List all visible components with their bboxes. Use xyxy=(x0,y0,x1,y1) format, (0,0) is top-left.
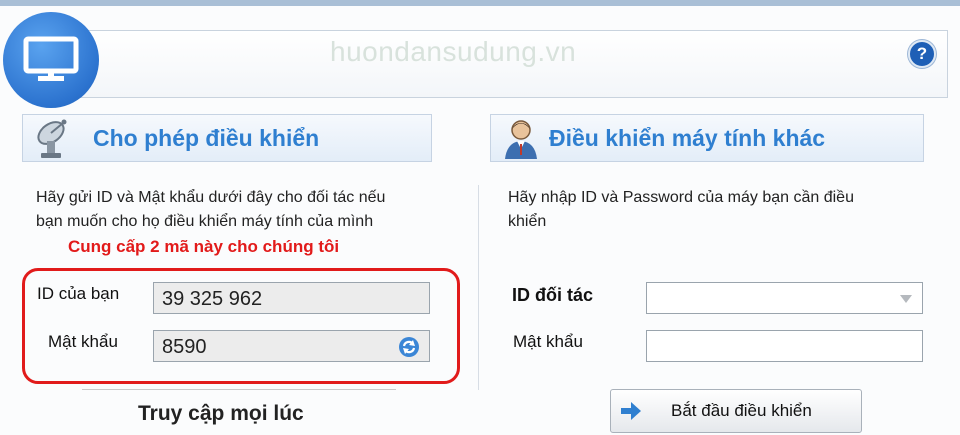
help-icon[interactable]: ? xyxy=(908,40,936,68)
your-id-field[interactable]: 39 325 962 xyxy=(153,282,430,314)
control-remote-header: Điều khiển máy tính khác xyxy=(490,114,924,162)
allow-control-title: Cho phép điều khiển xyxy=(93,125,320,151)
partner-id-combobox[interactable] xyxy=(646,282,923,314)
your-password-value: 8590 xyxy=(162,336,207,358)
your-password-field[interactable]: 8590 xyxy=(153,330,430,362)
control-remote-title: Điều khiển máy tính khác xyxy=(549,125,826,151)
panel-divider xyxy=(478,185,479,390)
control-remote-description-line1: Hãy nhập ID và Password của máy bạn cần … xyxy=(508,189,854,206)
chevron-down-icon[interactable] xyxy=(900,295,912,303)
anytime-access-title: Truy cập mọi lúc xyxy=(138,402,304,425)
user-icon xyxy=(505,120,537,159)
annotation-note: Cung cấp 2 mã này cho chúng tôi xyxy=(68,237,340,256)
partner-id-label: ID đối tác xyxy=(512,285,594,305)
your-password-label: Mật khẩu xyxy=(48,332,118,351)
arrow-right-icon xyxy=(621,402,641,420)
refresh-icon[interactable] xyxy=(398,336,420,358)
your-id-label: ID của bạn xyxy=(37,284,120,303)
app-logo xyxy=(3,12,99,108)
monitor-icon xyxy=(23,36,79,81)
allow-control-description-line1: Hãy gửi ID và Mật khẩu dưới đây cho đối … xyxy=(36,189,386,206)
watermark: huondansudung.vn xyxy=(330,36,577,67)
allow-control-header: Cho phép điều khiển xyxy=(22,114,432,162)
partner-password-field[interactable] xyxy=(646,330,923,362)
satellite-dish-icon xyxy=(37,119,67,158)
partner-password-label: Mật khẩu xyxy=(513,332,583,351)
start-control-label: Bắt đầu điều khiển xyxy=(671,401,812,420)
control-remote-description-line2: khiển xyxy=(508,213,547,230)
allow-control-description-line2: bạn muốn cho họ điều khiển máy tính của … xyxy=(36,213,374,230)
section-separator xyxy=(82,389,396,390)
start-control-button[interactable]: Bắt đầu điều khiển xyxy=(610,389,862,433)
